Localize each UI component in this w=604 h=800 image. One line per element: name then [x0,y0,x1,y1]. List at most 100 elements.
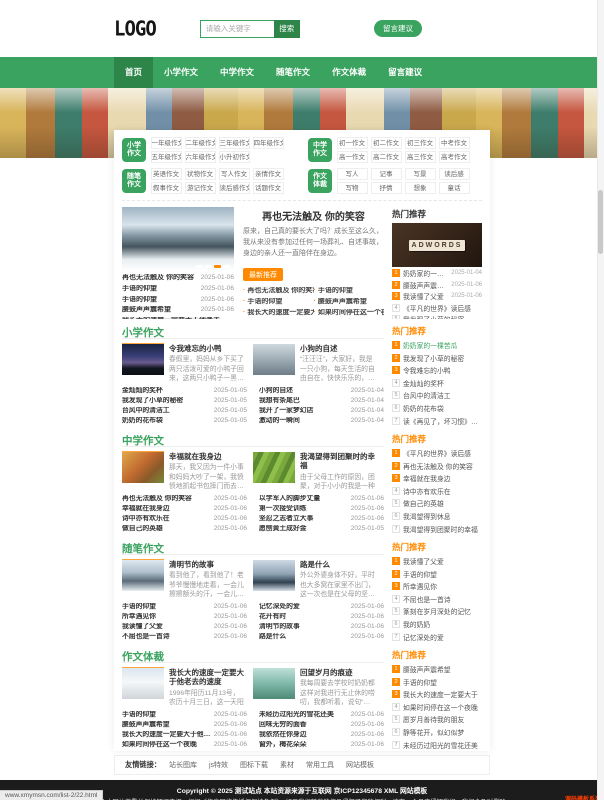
article-link[interactable]: 我发现了小草的秘密2025-01-05 [122,397,247,405]
article-link[interactable]: 以学军人的脚步丈量2025-01-06 [259,495,384,503]
article-link[interactable]: 激动的一瞬间2025-01-04 [259,417,384,425]
hot-item[interactable]: 1《平凡的世界》读后感 [392,448,482,458]
article-title[interactable]: 回望岁月的痕迹 [300,668,376,677]
category-link[interactable]: 高考作文 [439,151,470,163]
category-link[interactable]: 话题作文 [253,182,284,194]
hot-item[interactable]: 4诗中亦有欢乐在 [392,486,482,496]
section-title[interactable]: 作文体裁 [122,649,164,669]
hot-item[interactable]: 6奶奶的花布袋 [392,403,482,413]
category-link[interactable]: 二年级作文 [185,137,216,149]
article-link[interactable]: 奶奶的花布袋2025-01-05 [122,417,247,425]
featured-article-title[interactable]: 再也无法触及 你的笑容 [243,208,384,223]
article-link[interactable]: 腰鼓声声震希望 [314,298,385,306]
category-badge[interactable]: 作文体裁 [308,169,332,193]
hot-item[interactable]: 6我的奶奶 [392,619,482,629]
friend-link[interactable]: 图标下载 [240,760,268,770]
hot-item[interactable]: 4金灿灿的奖杯 [392,378,482,388]
category-link[interactable]: 想象 [405,182,436,194]
hot-item[interactable]: 6静等花开，似幻似梦 [392,727,482,737]
hot-item[interactable]: 2腰鼓声声震希望2025-01-06 [392,280,482,290]
article-link[interactable]: 我开了一家梦幻店2025-01-04 [259,407,384,415]
article-title[interactable]: 令我难忘的小鸭 [169,344,245,353]
hot-item[interactable]: 2再也无法触及 你的笑容 [392,461,482,471]
article-link[interactable]: 再也无法触及 你的笑容2025-01-06 [122,274,234,282]
winter-mountain-photo[interactable] [253,560,295,591]
article-link[interactable]: 花开有时2025-01-06 [259,613,384,621]
article-link[interactable]: 第一次接受训练2025-01-06 [259,505,384,513]
category-link[interactable]: 读后感作文 [219,182,250,194]
hot-item[interactable]: 5做自己的英雄 [392,498,482,508]
hot-item[interactable]: 3我长大的速度一定要大于 [392,689,482,699]
friend-link[interactable]: 素材 [280,760,294,770]
article-link[interactable]: 手语的仰望 [314,287,385,295]
category-link[interactable]: 中考作文 [439,137,470,149]
article-link[interactable]: 我长大的速度一定要大于他老去的速度2025-01-06 [122,731,247,739]
hot-item[interactable]: 5愿岁月善待我的朋友 [392,714,482,724]
article-link[interactable]: 坚忍之志者立大事2025-01-06 [259,515,384,523]
article-card[interactable]: 我长大的速度一定要大于他老去的速度 1996年阳历11月13号，农历十月三日，这… [122,668,253,706]
category-link[interactable]: 初三作文 [405,137,436,149]
hot-item[interactable]: 2我发现了小草的秘密 [392,353,482,363]
article-link[interactable]: 记忆深处的爱2025-01-06 [259,603,384,611]
article-link[interactable]: 窗外，梅花朵朵2025-01-06 [259,741,384,749]
nav-item[interactable]: 作文体裁 [321,57,377,88]
hot-item[interactable]: 7记忆深处的爱 [392,632,482,642]
article-link[interactable]: 未经历过阳光的雪花还美2025-01-06 [259,711,384,719]
article-link[interactable]: 手语的仰望2025-01-06 [122,285,234,293]
hot-item[interactable]: 3我读懂了父爱2025-01-06 [392,291,482,301]
hot-item[interactable]: 7读《再见了，坏习惯》有感 [392,416,482,426]
snow-peak-photo[interactable] [122,560,164,591]
category-link[interactable]: 初二作文 [371,137,402,149]
article-title[interactable]: 小狗的自述 [300,344,376,353]
category-link[interactable]: 写人 [337,168,368,180]
category-link[interactable]: 三年级作文 [219,137,250,149]
category-link[interactable]: 高一作文 [337,151,368,163]
article-link[interactable]: 台风中的清洁工2025-01-05 [122,407,247,415]
article-link[interactable]: 如果时间停在这一个夜晚 [314,309,385,317]
article-link[interactable]: 我依然在你身边2025-01-06 [259,731,384,739]
hot-item[interactable]: 7未经历过阳光的雪花还美 [392,740,482,750]
search-button[interactable]: 搜索 [274,20,300,38]
article-link[interactable]: 我长大的速度一定要大于 [243,309,314,317]
category-link[interactable]: 小升初作文 [219,151,250,163]
category-link[interactable]: 童话 [439,182,470,194]
modern-architecture-photo[interactable] [122,668,164,699]
category-link[interactable]: 初一作文 [337,137,368,149]
section-title[interactable]: 随笔作文 [122,541,164,561]
hot-item[interactable]: 5篆刻在岁月深处的记忆 [392,606,482,616]
friend-link[interactable]: 常用工具 [306,760,334,770]
article-card[interactable]: 小狗的自述 “汪汪汪”，大家好，我是一只小狗，每天生活的自由自在，快快乐乐的，因… [253,344,384,382]
carousel-snow-mountain-photo[interactable] [122,207,234,271]
section-title[interactable]: 小学作文 [122,325,164,345]
hot-item[interactable]: 6我渴望得到休息 [392,511,482,521]
hot-item[interactable]: 4如果时间停在这一个夜晚 [392,702,482,712]
article-link[interactable]: 诗中亦有欢乐在2025-01-06 [122,515,247,523]
adwords-photo[interactable]: ADWORDS [392,223,482,267]
category-link[interactable]: 亲情作文 [253,168,284,180]
nav-item[interactable]: 首页 [114,57,153,88]
message-board-button[interactable]: 留言建议 [374,20,422,37]
hot-item[interactable]: 4不屈也是一首诗 [392,594,482,604]
article-link[interactable]: 手语的仰望 [243,298,314,306]
nav-item[interactable]: 随笔作文 [265,57,321,88]
scrollbar-track[interactable] [597,0,604,800]
friend-link[interactable]: js特效 [209,760,228,770]
category-link[interactable]: 高二作文 [371,151,402,163]
article-link[interactable]: 路是什么2025-01-06 [259,633,384,641]
hot-item[interactable]: 5台风中的清洁工 [392,390,482,400]
article-link[interactable]: 手语的仰望2025-01-06 [122,603,247,611]
article-link[interactable]: 手语的仰望2025-01-06 [122,711,247,719]
hot-item[interactable]: 1奶奶家的一棵苦瓜 [392,340,482,350]
category-link[interactable]: 六年级作文 [185,151,216,163]
article-link[interactable]: 手语的仰望2025-01-06 [122,296,234,304]
friend-link[interactable]: 站长图库 [169,760,197,770]
article-link[interactable]: 小狗的自述2025-01-04 [259,387,384,395]
category-link[interactable]: 英语作文 [151,168,182,180]
article-link[interactable]: 所幸遇见你2025-01-06 [122,613,247,621]
article-card[interactable]: 我渴望得到团聚时的幸福 由于父母工作的原因，团聚，对于小小的我是一种奢望。从记忆… [253,452,384,490]
article-link[interactable]: 再也无法触及 你的笑容2025-01-06 [122,495,247,503]
article-card[interactable]: 令我难忘的小鸭 春假里，妈妈从乡下买了两只活泼可爱的小鸭子回来，这两只小鸭子一黑… [122,344,253,382]
article-link[interactable]: 幸福就在我身边2025-01-06 [122,505,247,513]
carousel-dot[interactable] [223,265,230,268]
article-link[interactable]: 腰鼓声声震希望2025-01-06 [122,721,247,729]
